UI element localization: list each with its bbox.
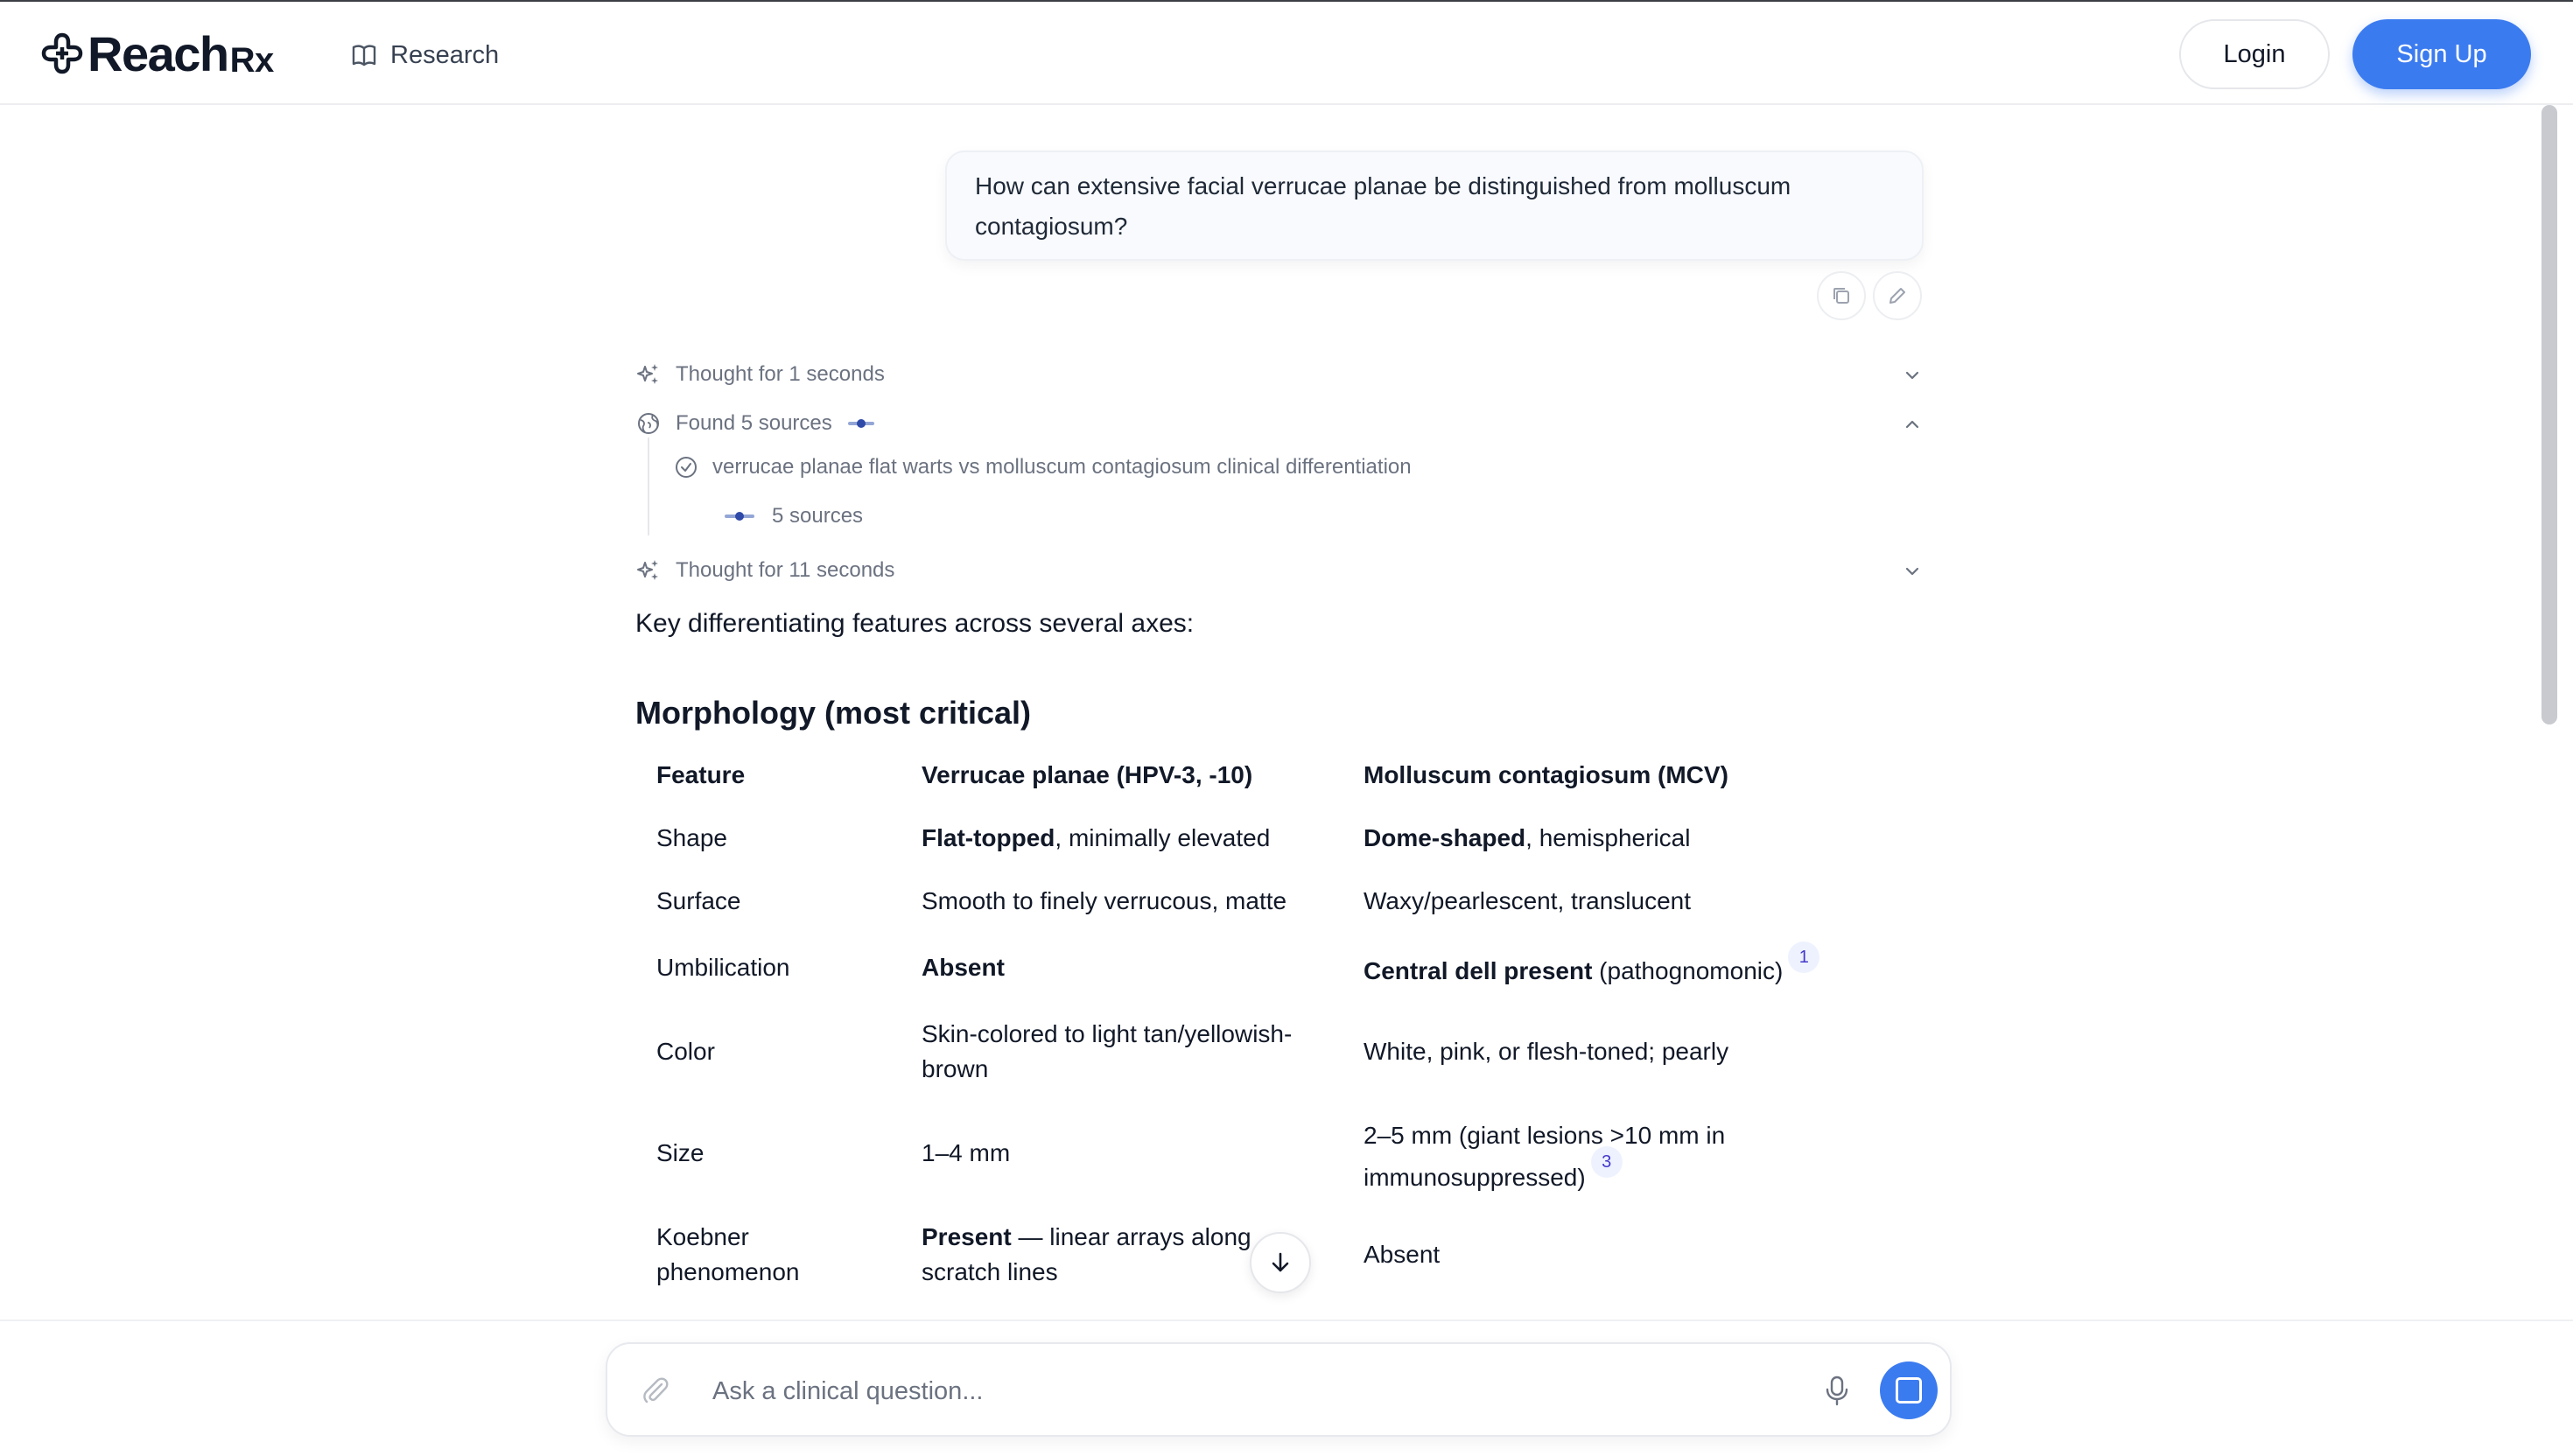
emphasis: Dome-shaped (1364, 824, 1526, 851)
question-input[interactable] (711, 1365, 1729, 1418)
nav-research-link[interactable]: Research (350, 33, 499, 77)
logo-icon (41, 32, 83, 74)
check-circle-icon (676, 457, 697, 478)
emphasis: Flat-topped (922, 824, 1055, 851)
search-query-text: verrucae planae flat warts vs molluscum … (712, 455, 1412, 479)
copy-message-button[interactable] (1817, 271, 1866, 320)
search-query-item: verrucae planae flat warts vs molluscum … (674, 450, 1412, 485)
scroll-to-bottom-button[interactable] (1250, 1232, 1311, 1293)
cell-text: 2–5 mm (giant lesions >10 mm in immunosu… (1364, 1122, 1726, 1191)
table-cell-feature: Surface (656, 887, 741, 914)
table-cell-verrucae: Present — linear arrays along scratch li… (922, 1220, 1272, 1290)
composer (606, 1342, 1952, 1437)
table-cell-feature: Umbilication (656, 954, 790, 981)
user-message: How can extensive facial verrucae planae… (945, 150, 1924, 261)
emphasis: Absent (922, 954, 1005, 981)
sparkle-icon (637, 364, 658, 384)
answer-intro: Key differentiating features across seve… (635, 609, 1195, 638)
source-favicon (725, 512, 754, 521)
table-cell-molluscum: Waxy/pearlescent, translucent (1364, 887, 1692, 914)
table-cell-feature: Shape (656, 824, 727, 851)
cell-text: , minimally elevated (1055, 824, 1271, 851)
logo[interactable]: Reach Rx (40, 25, 275, 81)
found-sources-label: Found 5 sources (676, 411, 832, 435)
sparkle-icon (637, 560, 658, 580)
book-icon (352, 45, 376, 66)
table-cell-verrucae: Smooth to finely verrucous, matte (922, 887, 1287, 914)
login-button[interactable]: Login (2179, 19, 2330, 89)
table-header-verrucae: Verrucae planae (HPV-3, -10) (922, 761, 1253, 788)
edit-icon (1889, 288, 1905, 304)
table-cell-verrucae: Flat-topped, minimally elevated (922, 821, 1270, 856)
logo-suffix: Rx (229, 40, 275, 80)
chevron-down-icon[interactable] (1901, 560, 1924, 583)
cell-text: (pathognomonic) (1592, 957, 1784, 984)
edit-message-button[interactable] (1873, 271, 1922, 320)
thought-step-1[interactable]: Thought for 1 seconds (635, 357, 885, 392)
emphasis: Present (922, 1223, 1012, 1250)
found-sources-step[interactable]: Found 5 sources (635, 406, 876, 441)
chevron-down-icon[interactable] (1901, 364, 1924, 387)
stop-generation-button[interactable] (1880, 1362, 1938, 1419)
copy-icon (1833, 288, 1849, 304)
paperclip-icon[interactable] (639, 1374, 672, 1407)
table-cell-verrucae: Skin-colored to light tan/yellowish-brow… (922, 1020, 1293, 1082)
signup-button[interactable]: Sign Up (2352, 19, 2531, 89)
table-header-molluscum: Molluscum contagiosum (MCV) (1364, 761, 1728, 788)
citation-badge[interactable]: 1 (1788, 942, 1820, 973)
thought-step-1-label: Thought for 1 seconds (676, 362, 885, 386)
top-bar: Reach Rx Research Login Sign Up (0, 2, 2573, 105)
table-cell-feature: Koebner phenomenon (656, 1223, 800, 1285)
table-cell-verrucae: 1–4 mm (922, 1139, 1011, 1166)
sources-count-link[interactable]: 5 sources (723, 499, 863, 534)
table-cell-molluscum: Central dell present (pathognomonic) 1 (1364, 942, 1820, 989)
table-cell-feature: Size (656, 1139, 705, 1166)
table-cell-feature: Color (656, 1038, 715, 1065)
table-cell-molluscum: 2–5 mm (giant lesions >10 mm in immunosu… (1364, 1115, 1775, 1199)
citation-badge[interactable]: 3 (1590, 1146, 1623, 1178)
sources-tree-line (648, 438, 649, 536)
emphasis: Central dell present (1364, 957, 1593, 984)
microphone-icon[interactable] (1822, 1374, 1852, 1407)
scrollbar-thumb[interactable] (2541, 105, 2557, 724)
source-favicon (847, 419, 874, 428)
section-heading: Morphology (most critical) (635, 695, 1032, 731)
table-cell-molluscum: Dome-shaped, hemispherical (1364, 821, 1690, 856)
table-cell-molluscum: Absent (1364, 1241, 1441, 1268)
table-cell-molluscum: White, pink, or flesh-toned; pearly (1364, 1038, 1729, 1065)
table-header-feature: Feature (656, 761, 746, 788)
cell-text: , hemispherical (1525, 824, 1691, 851)
thought-step-2[interactable]: Thought for 11 seconds (635, 553, 894, 588)
globe-icon (638, 413, 659, 434)
arrow-down-icon (1272, 1252, 1289, 1272)
sources-count-label: 5 sources (772, 504, 864, 528)
logo-text: Reach (88, 25, 229, 81)
table-cell-verrucae: Absent (922, 950, 1005, 985)
chevron-up-icon[interactable] (1901, 413, 1924, 436)
stop-icon (1896, 1377, 1922, 1404)
thought-step-2-label: Thought for 11 seconds (676, 558, 895, 582)
nav-research-label: Research (390, 40, 500, 69)
